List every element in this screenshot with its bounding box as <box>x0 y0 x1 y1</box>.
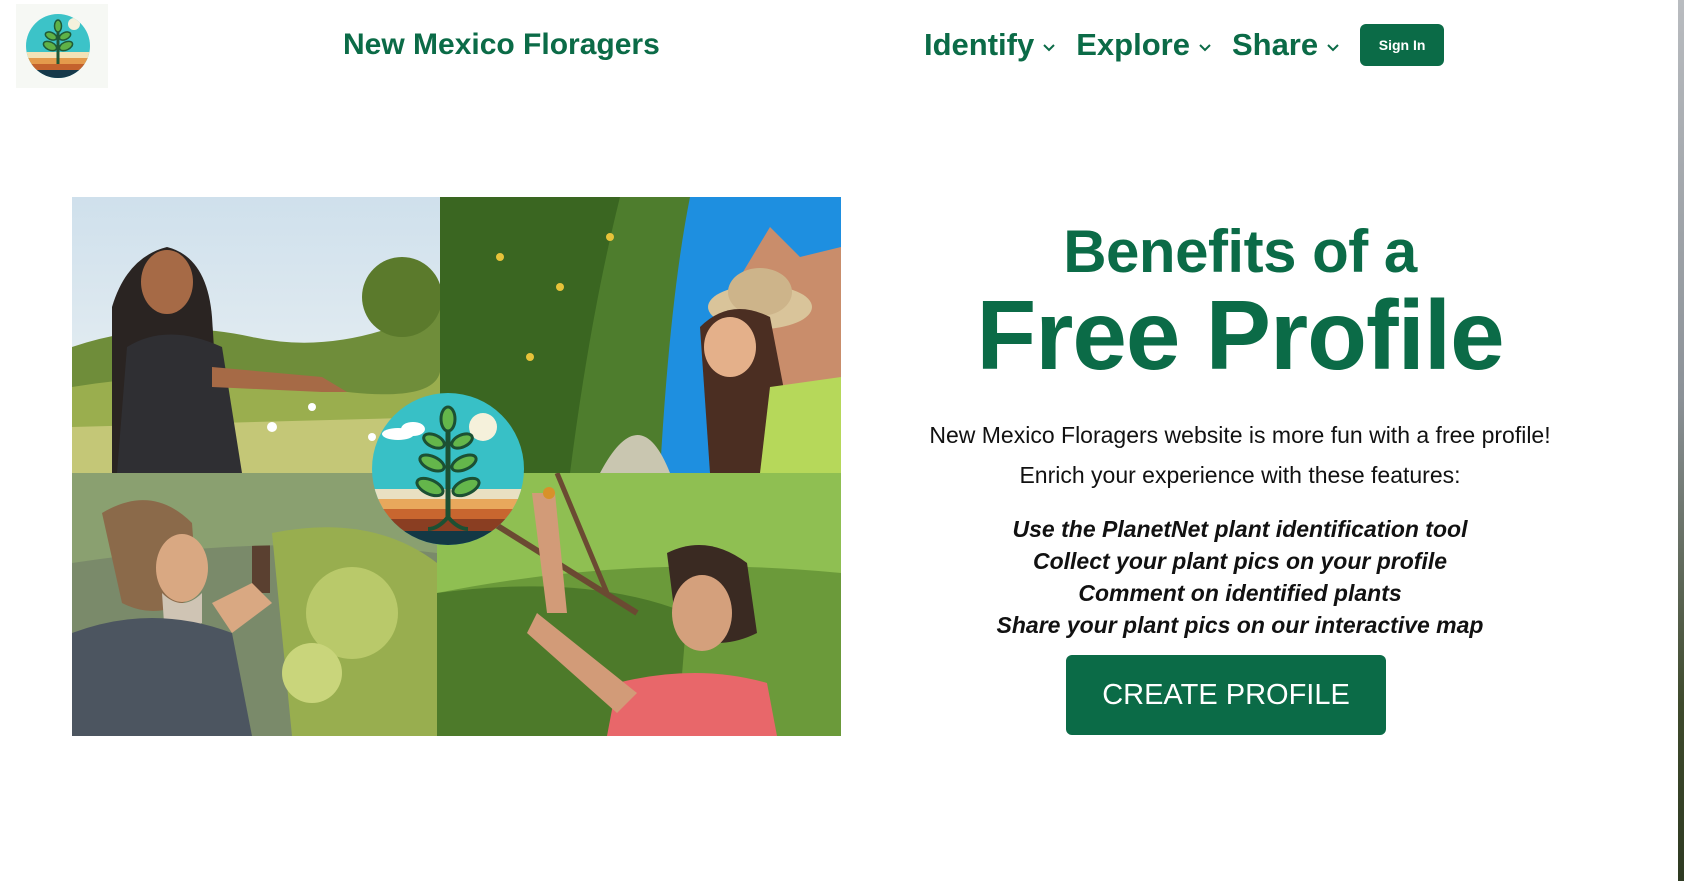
nav-identify[interactable]: Identify <box>924 27 1056 63</box>
benefits-heading-line2: Free Profile <box>976 280 1504 390</box>
chevron-down-icon <box>1043 44 1055 52</box>
window-edge-strip <box>1678 0 1684 881</box>
benefits-intro-2: Enrich your experience with these featur… <box>1019 461 1461 488</box>
chevron-down-icon <box>1199 44 1211 52</box>
site-logo[interactable] <box>16 4 108 88</box>
photo-collage <box>72 197 841 736</box>
plant-sprout-logo-icon <box>372 393 524 545</box>
sign-in-button[interactable]: Sign In <box>1360 24 1445 66</box>
feature-item: Share your plant pics on our interactive… <box>996 612 1484 639</box>
benefits-heading-line1: Benefits of a <box>1063 218 1417 285</box>
features-list: Use the PlanetNet plant identification t… <box>900 513 1580 641</box>
site-brand-title[interactable]: New Mexico Floragers <box>343 28 660 62</box>
feature-item: Comment on identified plants <box>1078 580 1402 607</box>
nav-explore-label: Explore <box>1076 27 1190 62</box>
benefits-panel: Benefits of a Free Profile New Mexico Fl… <box>900 210 1580 641</box>
chevron-down-icon <box>1327 44 1339 52</box>
feature-item: Collect your plant pics on your profile <box>1032 548 1448 575</box>
feature-item: Use the PlanetNet plant identification t… <box>1012 516 1468 543</box>
collage-center-logo <box>368 389 528 549</box>
plant-sprout-logo-icon <box>16 4 108 88</box>
nav-identify-label: Identify <box>924 27 1035 62</box>
create-profile-button[interactable]: CREATE PROFILE <box>1066 655 1386 735</box>
nav-share[interactable]: Share <box>1232 27 1340 63</box>
nav-share-label: Share <box>1231 27 1319 62</box>
benefits-intro: New Mexico Floragers website is more fun… <box>929 422 1551 448</box>
site-header: New Mexico Floragers Identify Explore Sh… <box>0 0 1678 92</box>
nav-explore[interactable]: Explore <box>1076 27 1212 63</box>
main-nav: Identify Explore Share Sign In <box>924 24 1445 66</box>
